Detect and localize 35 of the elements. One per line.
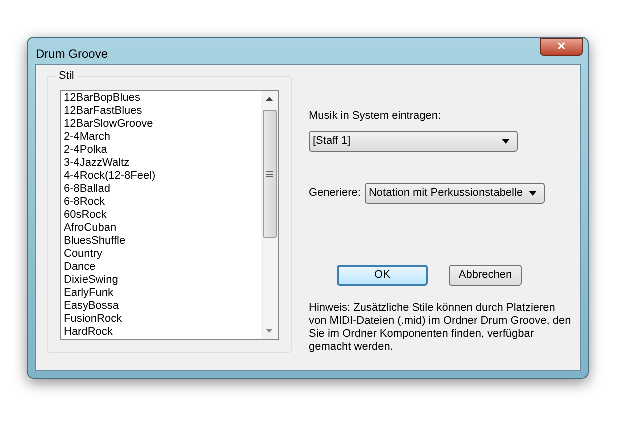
staff-dropdown[interactable]: [Staff 1] bbox=[309, 131, 518, 152]
list-item[interactable]: 12BarBopBlues bbox=[64, 92, 261, 105]
list-item[interactable]: EarlyFunk bbox=[64, 287, 261, 300]
scroll-down-icon[interactable] bbox=[266, 329, 273, 333]
list-item[interactable]: EasyBossa bbox=[64, 300, 261, 313]
list-item[interactable]: Country bbox=[64, 248, 261, 261]
caret-icon bbox=[528, 191, 537, 196]
scrollbar[interactable] bbox=[261, 91, 278, 339]
list-item[interactable]: FusionRock bbox=[64, 313, 261, 326]
list-item[interactable]: DixieSwing bbox=[64, 274, 261, 287]
grip-icon bbox=[266, 170, 273, 178]
list-item[interactable]: BluesShuffle bbox=[64, 235, 261, 248]
hint-text: Hinweis: Zusätzliche Stile können durch Platzieren von MIDI-Dateien (.mid) im Ordner Drum Groove, den Sie im Ordner Komponenten finden, verfügbar gemacht werden. bbox=[309, 302, 572, 354]
style-list[interactable] bbox=[60, 90, 279, 340]
generate-dropdown[interactable]: Notation mit Perkussionstabelle bbox=[364, 183, 545, 204]
generate-label: Generiere: bbox=[309, 186, 361, 202]
list-item[interactable]: 3-4JazzWaltz bbox=[64, 157, 261, 170]
list-item[interactable]: 12BarFastBlues bbox=[64, 105, 261, 118]
caret-icon bbox=[502, 139, 510, 144]
list-item[interactable]: 60sRock bbox=[64, 209, 261, 222]
staff-label: Musik in System eintragen: bbox=[309, 110, 442, 123]
list-item[interactable]: 4-4Rock(12-8Feel) bbox=[64, 170, 261, 183]
list-item[interactable]: AfroCuban bbox=[64, 222, 261, 235]
list-item[interactable]: Dance bbox=[64, 261, 261, 274]
cancel-button[interactable]: Abbrechen bbox=[449, 265, 522, 286]
window-title: Drum Groove bbox=[36, 46, 108, 63]
ok-button[interactable]: OK bbox=[337, 265, 428, 286]
scroll-thumb[interactable] bbox=[262, 110, 276, 238]
scroll-up-icon[interactable] bbox=[266, 97, 273, 101]
list-item[interactable]: 2-4Polka bbox=[64, 144, 261, 157]
list-item[interactable]: 2-4March bbox=[64, 131, 261, 144]
list-item[interactable]: 6-8Ballad bbox=[64, 183, 261, 196]
list-item[interactable]: 12BarSlowGroove bbox=[64, 118, 261, 131]
list-item[interactable]: 6-8Rock bbox=[64, 196, 261, 209]
list-item[interactable]: HardRock bbox=[64, 326, 261, 339]
